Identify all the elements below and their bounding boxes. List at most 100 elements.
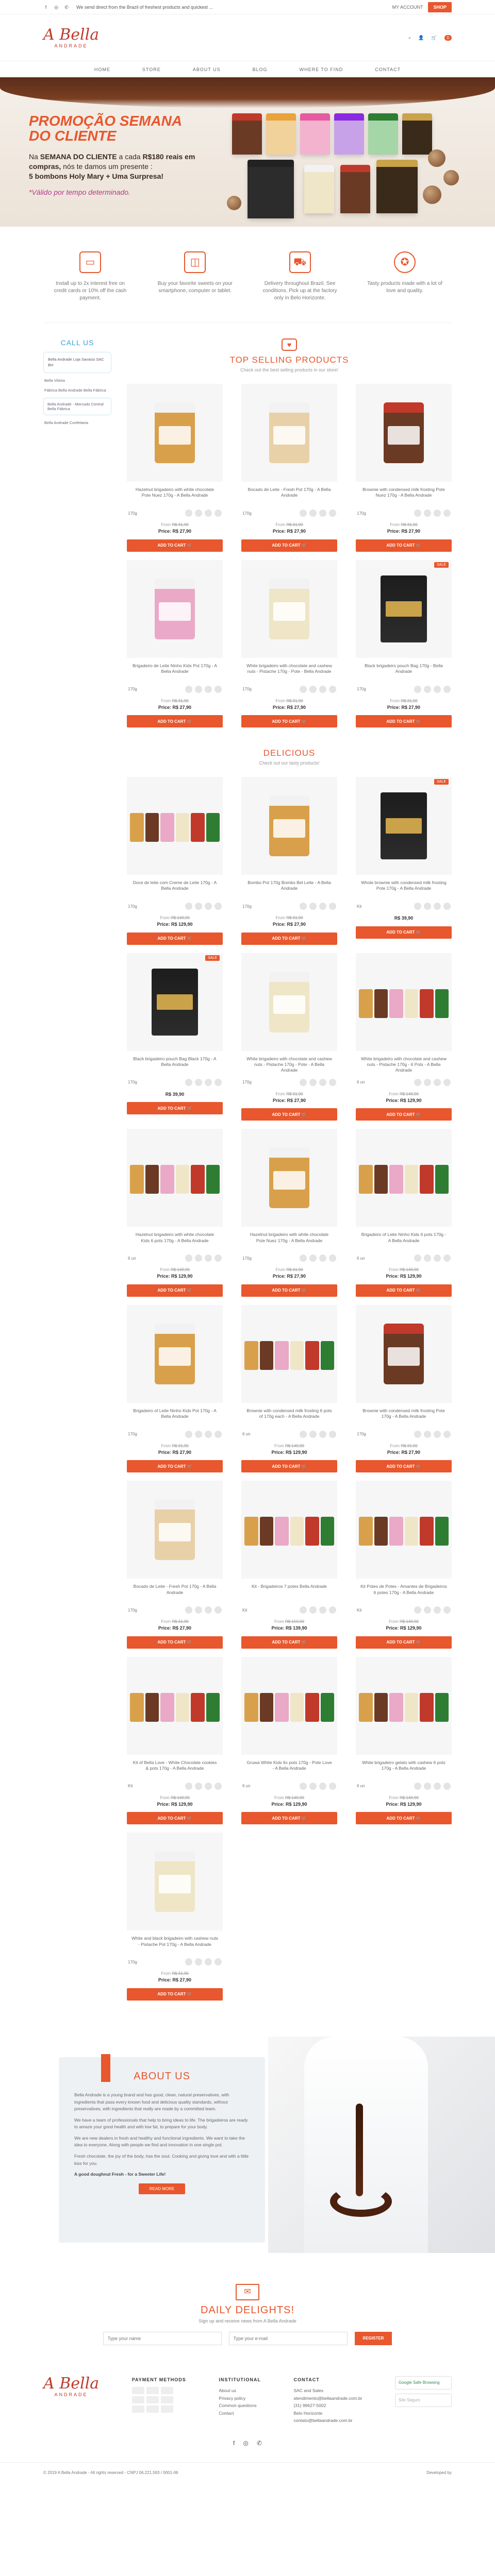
product-image[interactable]: [356, 1481, 452, 1579]
product-image[interactable]: SALE: [127, 953, 223, 1051]
product-card[interactable]: Brigadeiro de Leite Ninho Kids Pot 170g …: [127, 560, 223, 727]
product-card[interactable]: Kit Potes de Potes - Amantes de Brigadei…: [356, 1481, 452, 1649]
product-image[interactable]: [241, 560, 337, 658]
hero-banner[interactable]: PROMOÇÃO SEMANA DO CLIENTE Na SEMANA DO C…: [0, 77, 495, 227]
product-name[interactable]: Gruwa White Kids 6x pots 170g - Pote Lov…: [241, 1760, 337, 1777]
flavor-swatches[interactable]: [185, 1430, 222, 1438]
product-name[interactable]: Bocado de Leite - Fresh Pot 170g - A Bel…: [127, 1584, 223, 1601]
product-name[interactable]: Kit Potes de Potes - Amantes de Brigadei…: [356, 1584, 452, 1601]
flavor-swatches[interactable]: [300, 1255, 336, 1262]
flavor-swatches[interactable]: [185, 1255, 222, 1262]
whatsapp-icon[interactable]: ✆: [257, 2439, 262, 2447]
add-to-cart-button[interactable]: ADD TO CART 🛒: [356, 1812, 452, 1825]
developer-credit[interactable]: Developed by: [426, 2470, 452, 2475]
product-image[interactable]: [127, 1656, 223, 1755]
add-to-cart-button[interactable]: ADD TO CART 🛒: [241, 932, 337, 945]
facebook-icon[interactable]: f: [43, 5, 48, 10]
flavor-swatches[interactable]: [300, 903, 336, 910]
whatsapp-icon[interactable]: ✆: [64, 5, 69, 10]
product-name[interactable]: Brownie with condensed milk frosting Pot…: [356, 1408, 452, 1426]
product-card[interactable]: Brownie with condensed milk frosting Pot…: [356, 384, 452, 552]
nav-about[interactable]: ABOUT US: [193, 67, 221, 72]
product-card[interactable]: White and black brigadeiro with cashew n…: [127, 1833, 223, 2001]
newsletter-name-input[interactable]: [103, 2331, 222, 2345]
nav-contact[interactable]: CONTACT: [375, 67, 401, 72]
product-card[interactable]: SALE Whole brownie with condensed milk fr…: [356, 777, 452, 945]
product-image[interactable]: [356, 953, 452, 1051]
product-image[interactable]: [241, 1129, 337, 1227]
flavor-swatches[interactable]: [300, 1606, 336, 1614]
add-to-cart-button[interactable]: ADD TO CART 🛒: [356, 1284, 452, 1297]
flavor-swatches[interactable]: [185, 1606, 222, 1614]
product-image[interactable]: [356, 1304, 452, 1403]
search-icon[interactable]: ⌕: [408, 35, 411, 41]
product-name[interactable]: Kit of Bella Love - White Chocolate cook…: [127, 1760, 223, 1777]
read-more-button[interactable]: READ MORE: [139, 2183, 185, 2194]
contact-item-fabrica[interactable]: Fábrica Bella Andrade Bella Fábrica: [43, 388, 111, 393]
add-to-cart-button[interactable]: ADD TO CART 🛒: [356, 539, 452, 552]
product-card[interactable]: Bombo Pot 170g Bombo Bel Leite - A Bella…: [241, 777, 337, 945]
product-image[interactable]: [356, 1129, 452, 1227]
product-image[interactable]: [127, 1481, 223, 1579]
product-card[interactable]: Hazelnut brigadeiro with white chocolate…: [127, 384, 223, 552]
product-name[interactable]: Brigadeiro of Leite Ninho Kids Pot 170g …: [127, 1408, 223, 1426]
flavor-swatches[interactable]: [185, 1782, 222, 1790]
flavor-swatches[interactable]: [414, 1078, 451, 1086]
product-image[interactable]: [127, 1129, 223, 1227]
add-to-cart-button[interactable]: ADD TO CART 🛒: [356, 1460, 452, 1473]
google-safe-seal[interactable]: Google Safe Browsing: [395, 2376, 452, 2389]
product-image[interactable]: [241, 1656, 337, 1755]
add-to-cart-button[interactable]: ADD TO CART 🛒: [241, 1108, 337, 1121]
product-card[interactable]: SALE Black brigadeiro pouch Bag Black 170…: [127, 953, 223, 1121]
add-to-cart-button[interactable]: ADD TO CART 🛒: [127, 1988, 223, 2001]
product-card[interactable]: Brownie with condensed milk frosting 6 p…: [241, 1304, 337, 1473]
contact-item-vitoria[interactable]: Bella Vitória: [43, 378, 111, 383]
flavor-swatches[interactable]: [300, 1078, 336, 1086]
flavor-swatches[interactable]: [414, 1782, 451, 1790]
product-card[interactable]: White brigadeiro with chocolate and cash…: [241, 953, 337, 1121]
product-card[interactable]: Brownie with condensed milk frosting Pot…: [356, 1304, 452, 1473]
product-name[interactable]: White brigadeiro with chocolate and cash…: [356, 1056, 452, 1074]
add-to-cart-button[interactable]: ADD TO CART 🛒: [241, 1636, 337, 1649]
product-image[interactable]: [241, 1481, 337, 1579]
product-image[interactable]: [241, 953, 337, 1051]
product-card[interactable]: White brigadeiro with chocolate and cash…: [356, 953, 452, 1121]
add-to-cart-button[interactable]: ADD TO CART 🛒: [241, 1284, 337, 1297]
link-faq[interactable]: Common questions: [219, 2402, 261, 2409]
link-privacy[interactable]: Privacy policy: [219, 2395, 261, 2402]
flavor-swatches[interactable]: [414, 1606, 451, 1614]
product-image[interactable]: [127, 777, 223, 875]
product-card[interactable]: Brigadeiro of Leite Ninho Kids Pot 170g …: [127, 1304, 223, 1473]
product-name[interactable]: White brigadeiro with chocolate and cash…: [241, 663, 337, 681]
product-name[interactable]: White brigadeiro gelato with cashew 6 po…: [356, 1760, 452, 1777]
contact-box-savassi[interactable]: Bella Andrade Loja Savassi SAC BH: [43, 352, 111, 373]
product-image[interactable]: [241, 384, 337, 482]
add-to-cart-button[interactable]: ADD TO CART 🛒: [356, 926, 452, 939]
add-to-cart-button[interactable]: ADD TO CART 🛒: [127, 539, 223, 552]
product-name[interactable]: Whole brownie with condensed milk frosti…: [356, 880, 452, 897]
product-name[interactable]: Brownie with condensed milk frosting Pot…: [356, 487, 452, 504]
product-card[interactable]: Hazelnut brigadeiro with white chocolate…: [127, 1129, 223, 1297]
product-card[interactable]: Kit - Brigadeiros 7 potes Bella Andrade K…: [241, 1481, 337, 1649]
contact-box-mercado[interactable]: Bella Andrade - Mercado Central Bella Fá…: [43, 397, 111, 415]
flavor-swatches[interactable]: [414, 1255, 451, 1262]
product-card[interactable]: Doce de leite com Creme de Leite 170g - …: [127, 777, 223, 945]
product-name[interactable]: Brigadeiro de Leite Ninho Kids Pot 170g …: [127, 663, 223, 681]
product-card[interactable]: Gruwa White Kids 6x pots 170g - Pote Lov…: [241, 1656, 337, 1825]
flavor-swatches[interactable]: [185, 685, 222, 693]
flavor-swatches[interactable]: [300, 1430, 336, 1438]
brand-logo[interactable]: A Bella ANDRADE: [43, 27, 99, 48]
product-image[interactable]: [127, 560, 223, 658]
flavor-swatches[interactable]: [300, 1782, 336, 1790]
instagram-icon[interactable]: ◎: [243, 2439, 248, 2447]
flavor-swatches[interactable]: [185, 1958, 222, 1966]
product-card[interactable]: Kit of Bella Love - White Chocolate cook…: [127, 1656, 223, 1825]
product-card[interactable]: White brigadeiro gelato with cashew 6 po…: [356, 1656, 452, 1825]
product-name[interactable]: Bombo Pot 170g Bombo Bel Leite - A Bella…: [241, 880, 337, 897]
flavor-swatches[interactable]: [414, 685, 451, 693]
nav-store[interactable]: STORE: [142, 67, 161, 72]
user-icon[interactable]: 👤: [418, 35, 424, 41]
add-to-cart-button[interactable]: ADD TO CART 🛒: [356, 1636, 452, 1649]
flavor-swatches[interactable]: [300, 510, 336, 517]
flavor-swatches[interactable]: [414, 1430, 451, 1438]
